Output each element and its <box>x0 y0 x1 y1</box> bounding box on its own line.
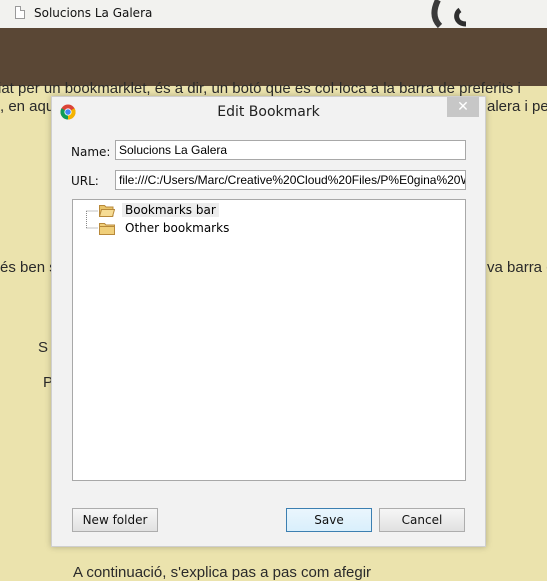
document-icon <box>15 6 25 19</box>
tree-item-label: Other bookmarks <box>125 221 230 235</box>
page-text-line: A continuació, s'explica pas a pas com a… <box>73 564 372 581</box>
close-button[interactable]: ✕ <box>447 97 479 117</box>
folder-open-icon <box>99 205 115 217</box>
name-label: Name: <box>71 145 111 159</box>
url-field[interactable]: file:///C:/Users/Marc/Creative%20Cloud%2… <box>115 170 466 190</box>
tab-title[interactable]: Solucions La Galera <box>34 6 152 20</box>
save-button[interactable]: Save <box>286 508 372 532</box>
page-text-line: , en aqu <box>0 98 55 115</box>
close-icon: ✕ <box>457 99 469 115</box>
page-text-line: S <box>38 339 49 356</box>
browser-tab-bar: Solucions La Galera <box>0 0 547 28</box>
folder-tree[interactable]: Bookmarks bar Other bookmarks <box>72 199 466 481</box>
page-text-line: és ben s <box>0 259 57 276</box>
page-text-line: alera i pe <box>487 98 547 115</box>
name-field[interactable]: Solucions La Galera <box>115 140 466 160</box>
tree-item-label: Bookmarks bar <box>122 203 219 217</box>
header-decoration <box>431 0 467 28</box>
folder-icon <box>99 223 115 235</box>
site-header-band <box>0 28 547 86</box>
page-text-line: va barra c <box>487 259 547 276</box>
page-text-line: iat per un bookmarklet, és a dir, un bot… <box>0 80 521 97</box>
new-folder-button[interactable]: New folder <box>72 508 158 532</box>
url-label: URL: <box>71 174 99 188</box>
dialog-titlebar[interactable]: Edit Bookmark ✕ <box>52 97 485 127</box>
edit-bookmark-dialog: Edit Bookmark ✕ Name: Solucions La Galer… <box>51 96 486 547</box>
cancel-button[interactable]: Cancel <box>379 508 465 532</box>
dialog-title: Edit Bookmark <box>217 104 320 120</box>
